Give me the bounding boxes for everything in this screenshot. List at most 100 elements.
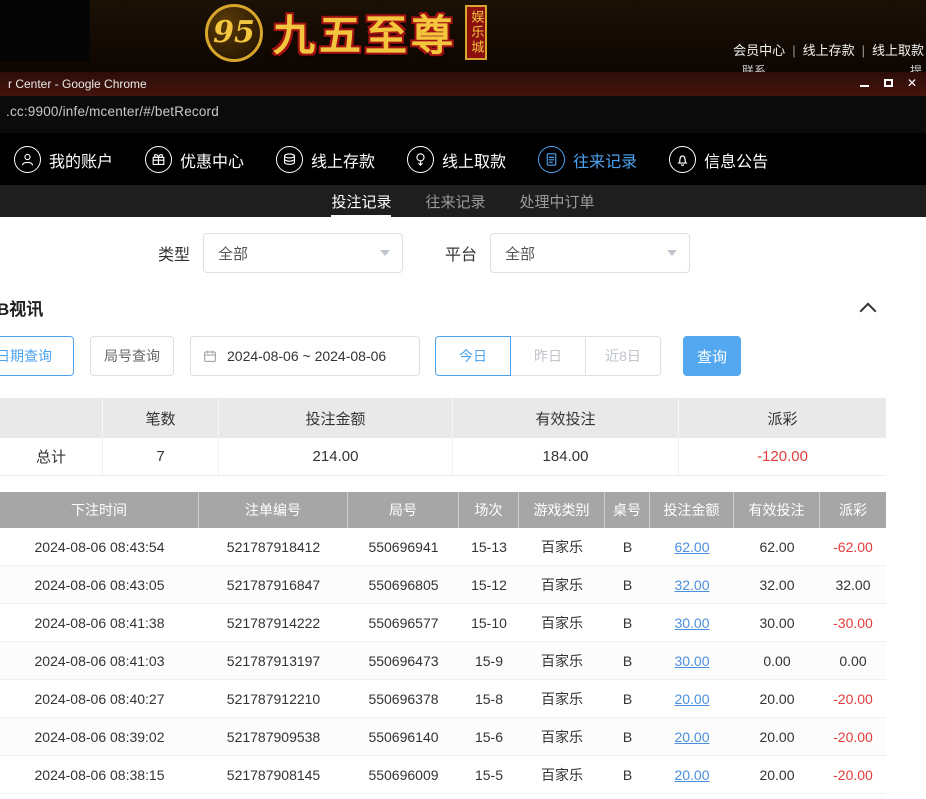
round-query-button[interactable]: 局号查询: [90, 336, 174, 376]
cell-session: 15-8: [459, 680, 519, 718]
cell-bet-link[interactable]: 30.00: [650, 642, 734, 680]
col-header-bet: 投注金额: [650, 492, 734, 528]
table-row: 2024-08-06 08:41:03 521787913197 5506964…: [0, 642, 886, 680]
col-header-valid: 有效投注: [734, 492, 820, 528]
nav-item-promotions[interactable]: 优惠中心: [145, 146, 244, 173]
tab-transaction-records[interactable]: 往来记录: [425, 185, 485, 217]
date-query-button[interactable]: 日期查询: [0, 336, 74, 376]
logo-95-icon: 95: [205, 4, 263, 62]
filter-row: 类型 全部 平台 全部: [0, 217, 926, 273]
nav-item-my-account[interactable]: 我的账户: [14, 146, 113, 173]
cell-valid: 32.00: [734, 566, 820, 604]
cell-valid: 20.00: [734, 718, 820, 756]
nav-item-transaction-records[interactable]: 往来记录: [538, 146, 637, 173]
link-online-withdraw[interactable]: 线上取款: [872, 43, 924, 58]
maximize-icon: [884, 79, 893, 87]
nav-item-online-deposit[interactable]: 线上存款: [276, 146, 375, 173]
header-links: 会员中心|线上存款|线上取款: [733, 40, 924, 59]
cell-session: 15-13: [459, 528, 519, 566]
cell-table-no: B: [605, 756, 650, 794]
cell-valid: 20.00: [734, 680, 820, 718]
link-member-center[interactable]: 会员中心: [733, 43, 785, 58]
tab-bet-records[interactable]: 投注记录: [331, 185, 391, 217]
cell-round: 550696378: [348, 680, 459, 718]
summary-bet-amount: 214.00: [219, 438, 453, 476]
cell-payout: -20.00: [820, 756, 886, 794]
summary-valid-bet: 184.00: [453, 438, 679, 476]
cell-payout: 32.00: [820, 566, 886, 604]
cell-time: 2024-08-06 08:43:54: [0, 528, 199, 566]
cell-bet-link[interactable]: 20.00: [650, 718, 734, 756]
cell-payout: -30.00: [820, 604, 886, 642]
summary-header-count: 笔数: [103, 398, 219, 438]
browser-address-bar[interactable]: .cc:9900/infe/mcenter/#/betRecord: [0, 96, 926, 134]
close-icon: ✕: [907, 76, 917, 90]
cell-round: 550696577: [348, 604, 459, 642]
maximize-button[interactable]: [876, 74, 900, 92]
nav-item-announcements[interactable]: 信息公告: [669, 146, 768, 173]
cell-order-id: 521787912210: [199, 680, 348, 718]
col-header-table-no: 桌号: [605, 492, 650, 528]
platform-filter-label: 平台: [445, 241, 477, 265]
table-row: 2024-08-06 08:39:02 521787909538 5506961…: [0, 718, 886, 756]
cell-round: 550696009: [348, 756, 459, 794]
cell-payout: 0.00: [820, 642, 886, 680]
screen: 95 九五至尊 娱乐城 会员中心|线上存款|线上取款 联系 提 r Center…: [0, 0, 926, 799]
cell-bet-link[interactable]: 32.00: [650, 566, 734, 604]
announcement-icon: [669, 146, 696, 173]
member-nav: 我的账户 优惠中心 线上存款 线上取款 往来记录: [0, 134, 926, 185]
summary-payout: -120.00: [679, 438, 886, 476]
minimize-button[interactable]: [852, 74, 876, 92]
date-range-picker[interactable]: 2024-08-06 ~ 2024-08-06: [190, 336, 420, 376]
platform-select[interactable]: 全部: [490, 233, 690, 273]
bet-record-table: 下注时间 注单编号 局号 场次 游戏类别 桌号 投注金额 有效投注 派彩 202…: [0, 492, 886, 794]
cell-game: 百家乐: [519, 756, 605, 794]
main-content: 类型 全部 平台 全部 B视讯 日期查询 局号查询: [0, 217, 926, 794]
search-button[interactable]: 查询: [683, 336, 741, 376]
cell-valid: 20.00: [734, 756, 820, 794]
cell-bet-link[interactable]: 20.00: [650, 756, 734, 794]
cell-time: 2024-08-06 08:40:27: [0, 680, 199, 718]
background-window-block: [0, 0, 90, 62]
col-header-payout: 派彩: [820, 492, 886, 528]
col-header-order-id: 注单编号: [199, 492, 348, 528]
summary-total-row: 总计 7 214.00 184.00 -120.00: [0, 438, 886, 476]
summary-header-payout: 派彩: [679, 398, 886, 438]
cell-payout: -20.00: [820, 680, 886, 718]
site-header: 95 九五至尊 娱乐城 会员中心|线上存款|线上取款 联系 提: [0, 0, 926, 72]
quick-today-button[interactable]: 今日: [435, 336, 511, 376]
cell-order-id: 521787916847: [199, 566, 348, 604]
window-title: r Center - Google Chrome: [8, 77, 147, 91]
chevron-up-icon[interactable]: [860, 302, 877, 319]
cell-order-id: 521787914222: [199, 604, 348, 642]
gift-icon: [145, 146, 172, 173]
summary-header-row: 笔数 投注金额 有效投注 派彩: [0, 398, 886, 438]
link-separator: |: [792, 43, 795, 58]
close-button[interactable]: ✕: [900, 74, 924, 92]
link-online-deposit[interactable]: 线上存款: [803, 43, 855, 58]
logo-number: 95: [213, 15, 255, 50]
nav-label: 信息公告: [704, 148, 768, 172]
cell-round: 550696473: [348, 642, 459, 680]
cell-bet-link[interactable]: 62.00: [650, 528, 734, 566]
cell-order-id: 521787918412: [199, 528, 348, 566]
quick-yesterday-button[interactable]: 昨日: [510, 336, 586, 376]
col-header-round: 局号: [348, 492, 459, 528]
cell-order-id: 521787908145: [199, 756, 348, 794]
nav-item-online-withdraw[interactable]: 线上取款: [407, 146, 506, 173]
tab-pending-orders[interactable]: 处理中订单: [520, 185, 595, 217]
cell-valid: 0.00: [734, 642, 820, 680]
cell-bet-link[interactable]: 20.00: [650, 680, 734, 718]
summary-header-empty: [0, 398, 103, 438]
summary-table: 笔数 投注金额 有效投注 派彩 总计 7 214.00 184.00 -120.…: [0, 398, 886, 476]
type-select[interactable]: 全部: [203, 233, 403, 273]
cell-session: 15-10: [459, 604, 519, 642]
section-title: B视讯: [0, 295, 43, 320]
cell-round: 550696140: [348, 718, 459, 756]
table-row: 2024-08-06 08:43:54 521787918412 5506969…: [0, 528, 886, 566]
cell-table-no: B: [605, 680, 650, 718]
cell-valid: 62.00: [734, 528, 820, 566]
cell-bet-link[interactable]: 30.00: [650, 604, 734, 642]
quick-last8days-button[interactable]: 近8日: [585, 336, 661, 376]
cell-table-no: B: [605, 528, 650, 566]
